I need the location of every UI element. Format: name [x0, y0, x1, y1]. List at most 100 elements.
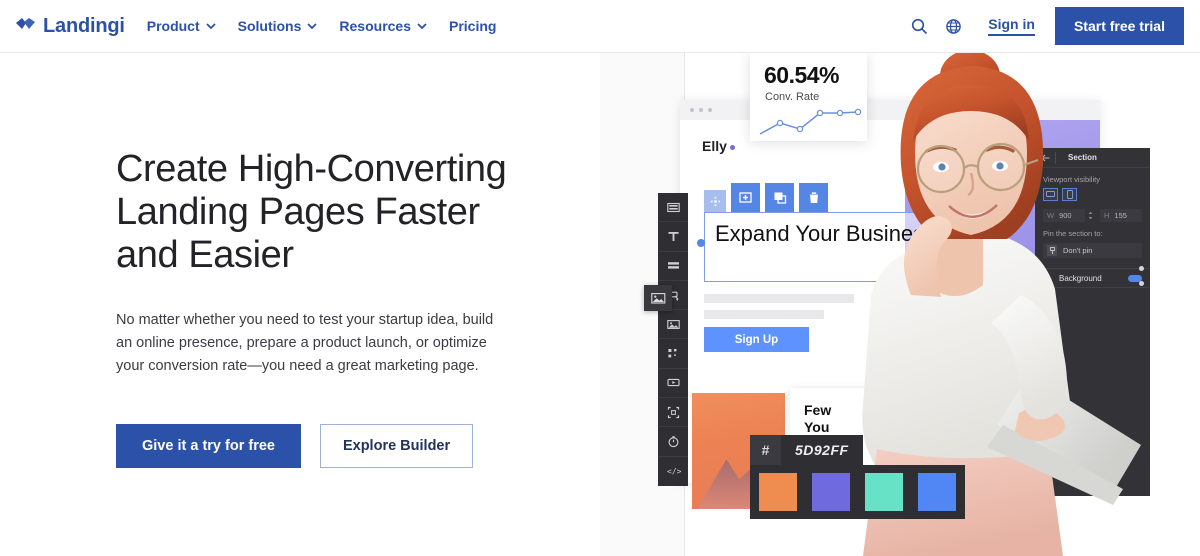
nav-item-label: Product [146, 18, 200, 34]
hero-cta-group: Give it a try for free Explore Builder [116, 424, 516, 468]
text-icon[interactable] [658, 222, 688, 252]
landing-page: Landingi Product Solutions Resources Pri… [0, 0, 1200, 556]
builder-widget-toolbar: </> [658, 193, 688, 486]
chevron-down-icon [205, 23, 216, 29]
mock-site-logo[interactable]: Elly [702, 138, 735, 154]
duplicate-icon[interactable] [765, 183, 794, 212]
hero-subheading: No matter whether you need to test your … [116, 312, 494, 374]
nav-item-resources[interactable]: Resources [339, 18, 427, 34]
width-key: W [1047, 211, 1055, 220]
desktop-icon[interactable] [1043, 188, 1058, 201]
resize-handle[interactable] [697, 239, 705, 247]
viewport-visibility-group [1043, 188, 1150, 201]
color-swatch-teal[interactable] [865, 473, 903, 511]
window-dot [708, 108, 712, 112]
conversion-rate-chart [759, 108, 862, 135]
height-value: 155 [1114, 211, 1127, 220]
element-selection-toolbar [704, 183, 828, 212]
color-hex-row: # 5D92FF [750, 435, 965, 465]
dragged-image-widget-icon[interactable] [644, 285, 672, 311]
color-swatch-purple[interactable] [812, 473, 850, 511]
top-navbar: Landingi Product Solutions Resources Pri… [0, 0, 1200, 53]
conversion-rate-value: 60.54% [764, 62, 840, 88]
height-key: H [1104, 211, 1110, 220]
nav-item-label: Resources [339, 18, 411, 34]
color-swatch-row [750, 465, 965, 519]
brand-logo[interactable]: Landingi [16, 15, 125, 38]
delete-icon[interactable] [799, 183, 828, 212]
pin-section-value: Don't pin [1063, 246, 1093, 255]
chevron-down-icon [307, 23, 318, 29]
color-picker: # 5D92FF [750, 435, 965, 519]
nav-links: Product Solutions Resources Pricing [147, 18, 519, 34]
browser-titlebar [680, 100, 1100, 120]
conversion-rate-card: 60.54% Conv. Rate [750, 53, 867, 141]
page-title: Create High-Converting Landing Pages Fas… [116, 148, 507, 276]
brand-name: Landingi [43, 14, 125, 37]
social-icon[interactable] [658, 339, 688, 369]
rows-icon[interactable] [658, 252, 688, 281]
panel-header: Section [1035, 148, 1150, 168]
window-dot [699, 108, 703, 112]
code-icon[interactable]: </> [658, 457, 688, 486]
image-icon[interactable] [658, 310, 688, 340]
landingi-logo-icon [16, 17, 35, 29]
panel-handle-dots [1139, 266, 1144, 296]
window-dot [690, 108, 694, 112]
chevron-down-icon [417, 23, 427, 29]
add-icon[interactable] [731, 183, 760, 212]
viewport-visibility-label: Viewport visibility [1043, 175, 1100, 184]
hero-illustration: Elly Expand Your Business Sign Up Few Yo… [600, 53, 1200, 556]
background-accordion[interactable]: Background [1035, 268, 1150, 288]
hero-text-column: Create High-Converting Landing Pages Fas… [116, 148, 516, 468]
section-icon[interactable] [658, 193, 688, 223]
nav-item-solutions[interactable]: Solutions [238, 18, 318, 34]
give-it-a-try-button[interactable]: Give it a try for free [116, 424, 301, 468]
section-dimensions: W 900 H 155 [1043, 209, 1142, 222]
placeholder-line [704, 310, 824, 319]
panel-divider [1055, 151, 1056, 164]
height-field[interactable]: H 155 [1100, 209, 1142, 222]
logo-dot-icon [729, 144, 735, 150]
explore-builder-button[interactable]: Explore Builder [319, 424, 474, 468]
conversion-rate-label: Conv. Rate [765, 91, 820, 103]
box-icon[interactable] [658, 398, 688, 428]
search-icon[interactable] [906, 13, 932, 39]
svg-text:</>: </> [667, 467, 681, 476]
section-settings-panel: Section Viewport visibility W 900 H 155 [1035, 148, 1150, 496]
selected-heading-text: Expand Your Business [715, 221, 936, 246]
signin-link[interactable]: Sign in [988, 16, 1035, 36]
arrow-left-icon[interactable] [1035, 154, 1055, 162]
background-label: Background [1059, 273, 1102, 283]
pin-section-select[interactable]: Don't pin [1043, 243, 1142, 258]
start-free-trial-button[interactable]: Start free trial [1054, 7, 1184, 45]
panel-handle-dot[interactable] [1139, 281, 1144, 286]
color-swatch-blue[interactable] [918, 473, 956, 511]
placeholder-line [704, 294, 854, 303]
color-swatch-orange[interactable] [759, 473, 797, 511]
video-icon[interactable] [658, 369, 688, 399]
nav-item-label: Pricing [449, 18, 497, 34]
width-value: 900 [1059, 211, 1072, 220]
mock-signup-button[interactable]: Sign Up [704, 327, 809, 352]
nav-item-label: Solutions [237, 18, 302, 34]
panel-title: Section [1068, 153, 1097, 162]
globe-icon[interactable] [940, 13, 966, 39]
width-field[interactable]: W 900 [1043, 209, 1085, 222]
nav-item-product[interactable]: Product [147, 18, 216, 34]
nav-right-actions: Sign in Start free trial [906, 7, 1184, 45]
width-stepper[interactable] [1085, 211, 1095, 220]
mock-secondary-card-text: Few You [804, 402, 832, 435]
selected-heading-block[interactable]: Expand Your Business [704, 212, 976, 282]
timer-icon[interactable] [658, 427, 688, 457]
color-hex-input[interactable]: 5D92FF [781, 435, 863, 465]
chevron-up-icon [1043, 275, 1051, 280]
mock-site-logo-text: Elly [702, 138, 727, 154]
nav-item-pricing[interactable]: Pricing [449, 18, 496, 34]
hash-symbol: # [750, 435, 781, 465]
pin-icon [1047, 245, 1057, 256]
move-handle-icon[interactable] [704, 190, 726, 212]
pin-section-label: Pin the section to: [1043, 229, 1103, 238]
mobile-icon[interactable] [1062, 188, 1077, 201]
panel-handle-dot[interactable] [1139, 266, 1144, 271]
